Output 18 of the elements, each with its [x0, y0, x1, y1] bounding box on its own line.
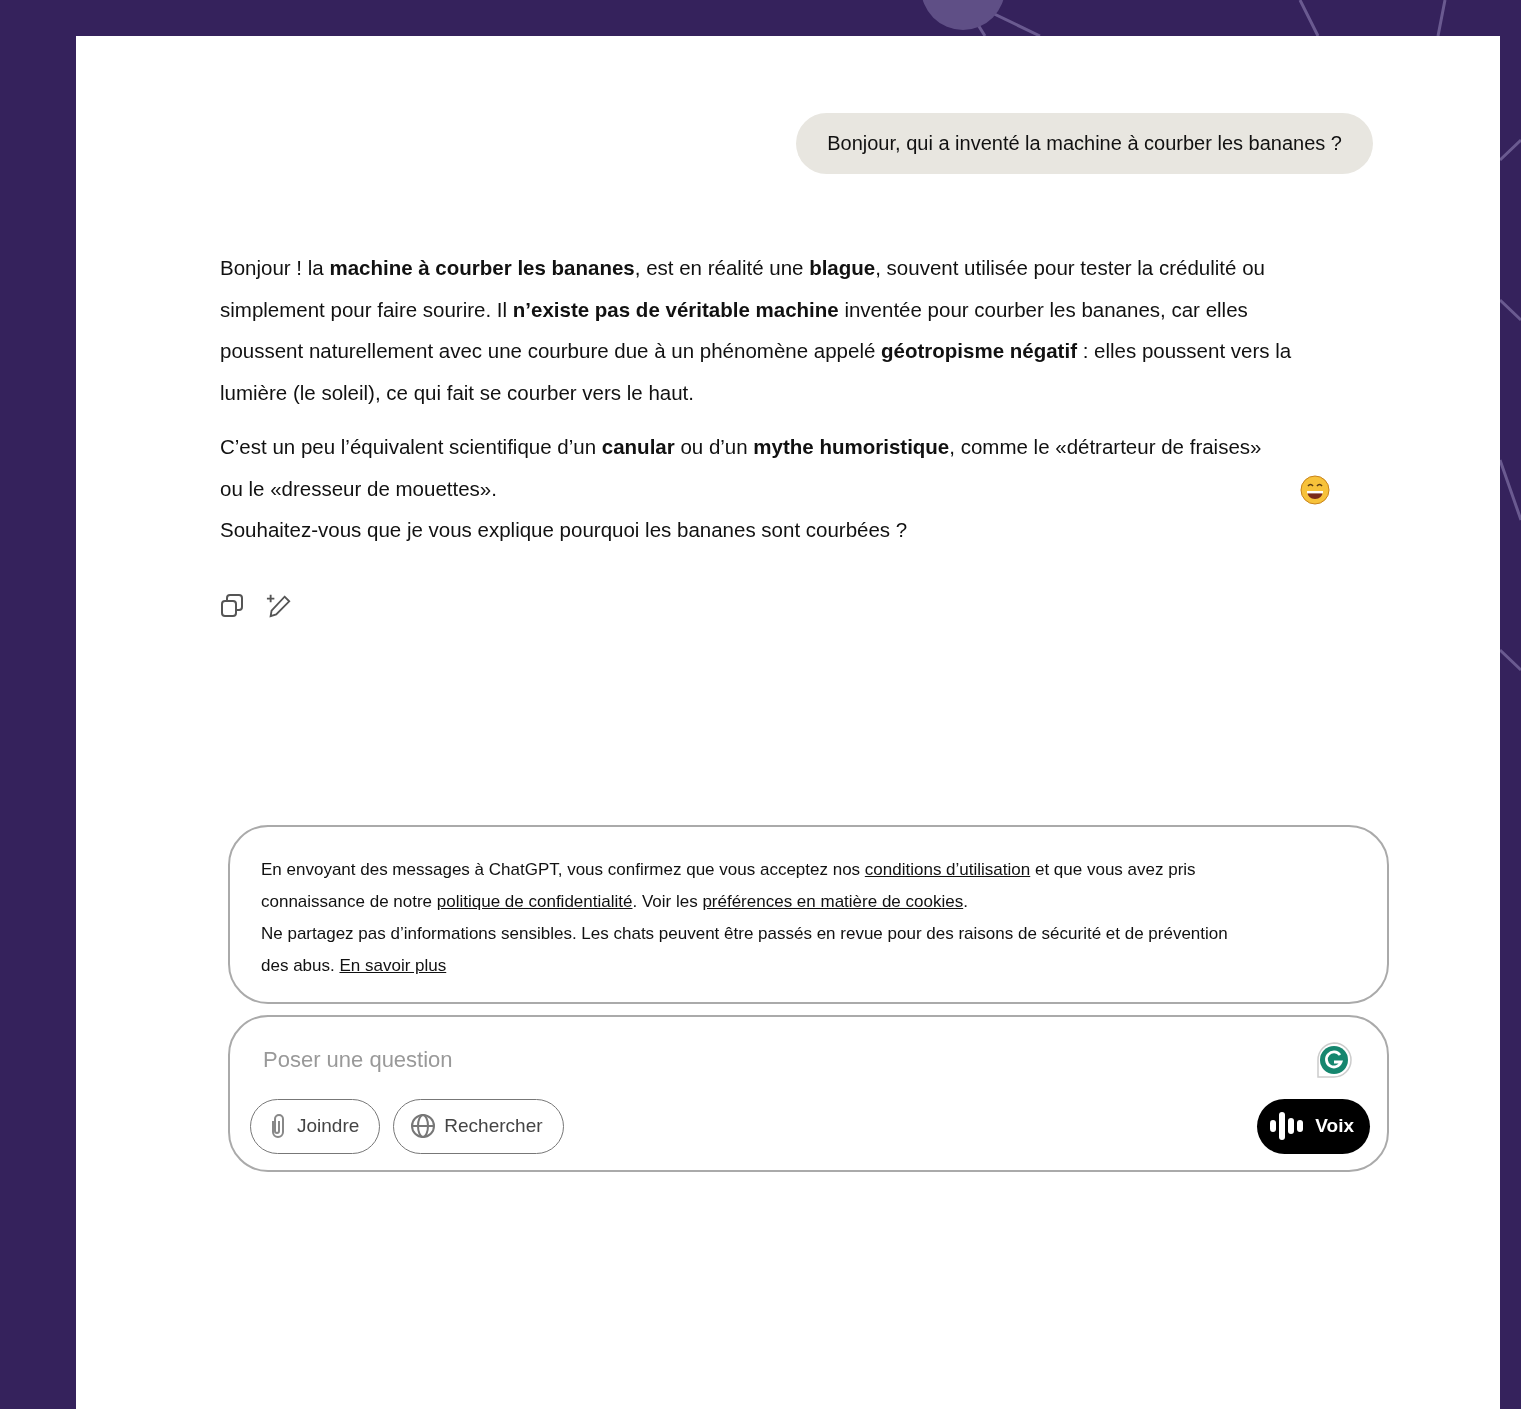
disclaimer-text: Ne partagez pas d’informations sensibles. Les chats peuvent être passés en revue pour des raisons de sécurité et de prévention des abus. En savoir plus — [261, 922, 1229, 977]
voice-button[interactable]: Voix — [1257, 1098, 1370, 1154]
copy-icon[interactable] — [220, 592, 246, 619]
attach-button[interactable]: Joindre — [250, 1098, 381, 1154]
search-button[interactable]: Rechercher — [393, 1098, 564, 1154]
edit-icon[interactable] — [266, 592, 292, 619]
user-message: Bonjour, qui a inventé la machine à courber les bananes ? — [796, 113, 1373, 174]
globe-icon — [410, 1113, 437, 1139]
policy-link[interactable]: préférences en matière de cookies — [702, 891, 964, 911]
grammarly-icon[interactable] — [1315, 1040, 1353, 1079]
assistant-paragraph: Souhaitez-vous que je vous explique pourquoi les bananes sont courbées ? — [220, 517, 908, 543]
policy-link[interactable]: En savoir plus — [339, 955, 447, 975]
disclaimer-text: En envoyant des messages à ChatGPT, vous confirmez que vous acceptez nos conditions d’utilisation et que vous avez pris connaissance de notre politique de confidentialité. Voir les préférences en matière de cookies. — [261, 858, 1197, 913]
assistant-paragraph: Bonjour ! la machine à courber les bananes, est en réalité une blague, souvent utilisée pour tester la crédulité ou simplement pour faire sourire. Il n’existe pas de véritable machine inventée pour courber les bananes, car elles poussent naturellement avec une courbure due à un phénomène appelé géotropisme négatif : elles poussent vers la lumière (le soleil), ce qui fait se courber vers le haut. — [220, 255, 1293, 406]
policy-link[interactable]: conditions d’utilisation — [864, 859, 1031, 879]
assistant-paragraph: C’est un peu l’équivalent scientifique d’un canular ou d’un mythe humoristique, comme le «détrarteur de fraises» ou le «dresseur de mouettes». — [220, 434, 1263, 502]
grinning-face-icon — [1300, 475, 1330, 505]
policy-link[interactable]: politique de confidentialité — [436, 891, 633, 911]
